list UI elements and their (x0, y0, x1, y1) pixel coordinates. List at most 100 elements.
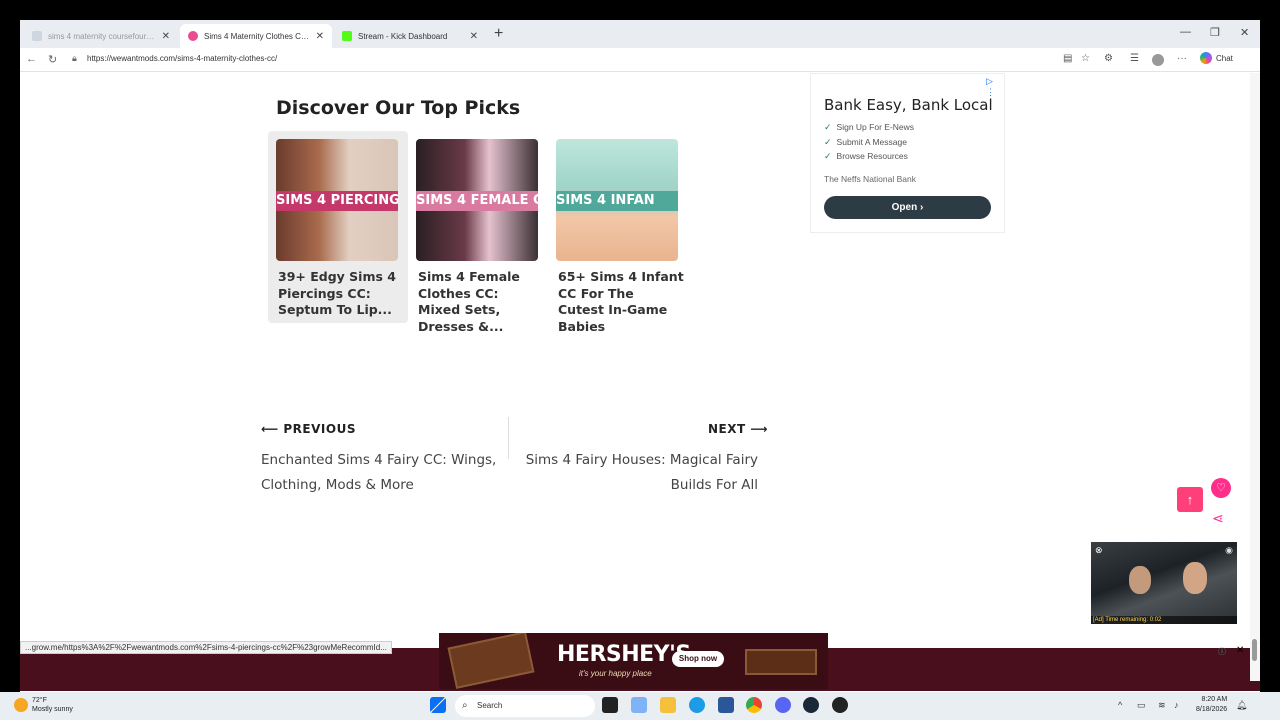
extensions-icon[interactable]: ⚙ (1104, 53, 1113, 64)
chat-label: Chat (1216, 53, 1233, 63)
check-icon: ✓ (824, 122, 832, 132)
system-clock[interactable]: 8:20 AM 8/18/2026 (1196, 695, 1227, 715)
status-url-tooltip: ...grow.me/https%3A%2F%2Fwewantmods.com%… (20, 641, 392, 654)
widgets-icon[interactable] (631, 697, 647, 713)
tab-strip: sims 4 maternity coursefourse - Se ✕ Sim… (20, 20, 1260, 48)
minimize-button[interactable]: — (1180, 26, 1191, 38)
close-ad-icon[interactable]: ✕ (1236, 645, 1244, 656)
ad-list-item: ✓ Sign Up For E-News (824, 122, 915, 132)
thumbnail-banner: SIMS 4 FEMALE CLOT (416, 191, 538, 211)
back-button[interactable]: ← (26, 53, 37, 65)
start-button-icon[interactable] (430, 697, 446, 713)
thumbnail-banner: SIMS 4 PIERCINGS (276, 191, 398, 211)
top-pick-card[interactable]: SIMS 4 INFAN 65+ Sims 4 Infant CC For Th… (548, 131, 688, 334)
adchoices-icon[interactable]: ▷ ⋮ (986, 76, 1004, 98)
ad-slogan: it's your happy place (579, 669, 652, 678)
top-pick-card[interactable]: SIMS 4 FEMALE CLOT Sims 4 Female Clothes… (408, 131, 548, 334)
discord-icon[interactable] (775, 697, 791, 713)
weather-condition: Mostly sunny (32, 706, 73, 713)
edge-browser-icon[interactable] (689, 697, 705, 713)
address-bar: ← ↻ 🔒︎ https://wewantmods.com/sims-4-mat… (20, 48, 1260, 72)
taskbar-search[interactable]: ⌕ Search (455, 695, 595, 717)
volume-icon[interactable]: ♪ (1174, 700, 1179, 710)
task-view-icon[interactable] (602, 697, 618, 713)
profile-avatar-icon[interactable] (1152, 54, 1164, 66)
card-thumbnail[interactable]: SIMS 4 FEMALE CLOT (416, 139, 538, 261)
heart-icon: ♡ (1216, 482, 1226, 494)
favorite-heart-button[interactable]: ♡ (1211, 478, 1231, 498)
new-tab-button[interactable]: + (494, 25, 503, 43)
refresh-icon[interactable]: ↻ (48, 53, 57, 66)
tab-label: sims 4 maternity coursefourse - Se (48, 31, 156, 41)
copilot-icon (1200, 52, 1212, 64)
page-content: Discover Our Top Picks SIMS 4 PIERCINGS … (20, 73, 1260, 691)
close-tab-icon[interactable]: ✕ (470, 31, 478, 42)
url-field[interactable]: https://wewantmods.com/sims-4-maternity-… (87, 54, 277, 63)
tab-search[interactable]: sims 4 maternity coursefourse - Se ✕ (24, 24, 178, 48)
close-video-icon[interactable]: ⊗ (1095, 545, 1103, 556)
card-title[interactable]: 39+ Edgy Sims 4 Piercings CC: Septum To … (278, 269, 404, 319)
reader-mode-icon[interactable]: ▤ (1063, 53, 1072, 64)
steam-icon[interactable] (803, 697, 819, 713)
top-pick-card[interactable]: SIMS 4 PIERCINGS 39+ Edgy Sims 4 Piercin… (268, 131, 408, 323)
weather-widget[interactable]: 72°F Mostly sunny (32, 696, 73, 714)
obs-icon[interactable] (832, 697, 848, 713)
scrollbar-thumb[interactable] (1252, 639, 1257, 661)
ad-info-icon[interactable]: ⓘ (1218, 646, 1226, 657)
notification-bell-icon[interactable]: 🔔︎ (1236, 700, 1247, 711)
browser-window: sims 4 maternity coursefourse - Se ✕ Sim… (20, 20, 1260, 692)
copilot-chat-button[interactable]: Chat (1200, 52, 1233, 64)
wifi-icon[interactable]: ≋ (1158, 700, 1166, 711)
scroll-to-top-button[interactable]: ↑ (1177, 487, 1203, 512)
share-button[interactable]: ⋖ (1212, 510, 1224, 527)
sidebar-ad[interactable]: ▷ ⋮ Bank Easy, Bank Local ✓ Sign Up For E… (810, 73, 1005, 233)
previous-post-link[interactable]: Enchanted Sims 4 Fairy CC: Wings, Clothi… (261, 448, 501, 498)
network-icon[interactable]: ▭ (1137, 700, 1146, 711)
next-post-link[interactable]: Sims 4 Fairy Houses: Magical Fairy Build… (518, 448, 758, 498)
card-title[interactable]: 65+ Sims 4 Infant CC For The Cutest In-G… (558, 269, 684, 335)
card-title[interactable]: Sims 4 Female Clothes CC: Mixed Sets, Dr… (418, 269, 544, 335)
close-tab-icon[interactable]: ✕ (316, 31, 324, 42)
card-thumbnail[interactable]: SIMS 4 INFAN (556, 139, 678, 261)
favorites-icon[interactable]: ☰ (1130, 53, 1139, 64)
ad-list-item: ✓ Submit A Message (824, 137, 907, 147)
video-time-remaining: [Ad] Time remaining: 0:02 (1091, 616, 1237, 624)
favorite-star-icon[interactable]: ☆ (1081, 53, 1090, 64)
check-icon: ✓ (824, 137, 832, 147)
file-explorer-icon[interactable] (660, 697, 676, 713)
store-icon[interactable] (718, 697, 734, 713)
tab-label: Sims 4 Maternity Clothes CC: Dres (204, 31, 310, 41)
lock-icon[interactable]: 🔒︎ (72, 53, 77, 64)
kick-favicon-icon (342, 31, 352, 41)
ad-open-button[interactable]: Open › (824, 196, 991, 219)
video-person (1129, 566, 1151, 594)
chrome-icon[interactable] (746, 697, 762, 713)
chocolate-bar-image (745, 649, 817, 675)
next-post-label[interactable]: NEXT ⟶ (708, 422, 768, 436)
chocolate-bar-image (447, 633, 535, 689)
shop-now-button[interactable]: Shop now (672, 651, 724, 667)
card-thumbnail[interactable]: SIMS 4 PIERCINGS (276, 139, 398, 261)
page-scrollbar[interactable] (1250, 73, 1260, 681)
mute-icon[interactable]: ◉ (1225, 545, 1233, 556)
more-menu-icon[interactable]: ··· (1177, 53, 1187, 64)
hersheys-banner-ad[interactable]: HERSHEY'S it's your happy place Shop now (439, 633, 828, 689)
tab-maternity-clothes[interactable]: Sims 4 Maternity Clothes CC: Dres ✕ (180, 24, 332, 48)
taskbar: 72°F Mostly sunny ⌕ Search ^ ▭ ≋ ♪ 8:20 … (0, 692, 1280, 720)
thumbnail-banner: SIMS 4 INFAN (556, 191, 678, 211)
tab-kick-dashboard[interactable]: Stream - Kick Dashboard ✕ (334, 24, 486, 48)
search-icon: ⌕ (462, 700, 468, 711)
restore-button[interactable]: ❐ (1210, 26, 1220, 39)
video-ad-player[interactable]: ⊗ ◉ [Ad] Time remaining: 0:02 (1091, 542, 1237, 624)
ad-advertiser: The Neffs National Bank (824, 174, 916, 184)
section-title: Discover Our Top Picks (276, 97, 521, 119)
post-nav-divider (508, 417, 509, 459)
close-tab-icon[interactable]: ✕ (162, 31, 170, 42)
show-hidden-icons[interactable]: ^ (1118, 700, 1122, 710)
close-window-button[interactable]: ✕ (1240, 26, 1249, 39)
ad-brand: HERSHEY'S (557, 642, 691, 667)
previous-post-label[interactable]: ⟵ PREVIOUS (261, 422, 356, 436)
check-icon: ✓ (824, 151, 832, 161)
chevron-right-icon: › (920, 202, 924, 213)
weather-sun-icon[interactable] (14, 698, 28, 712)
